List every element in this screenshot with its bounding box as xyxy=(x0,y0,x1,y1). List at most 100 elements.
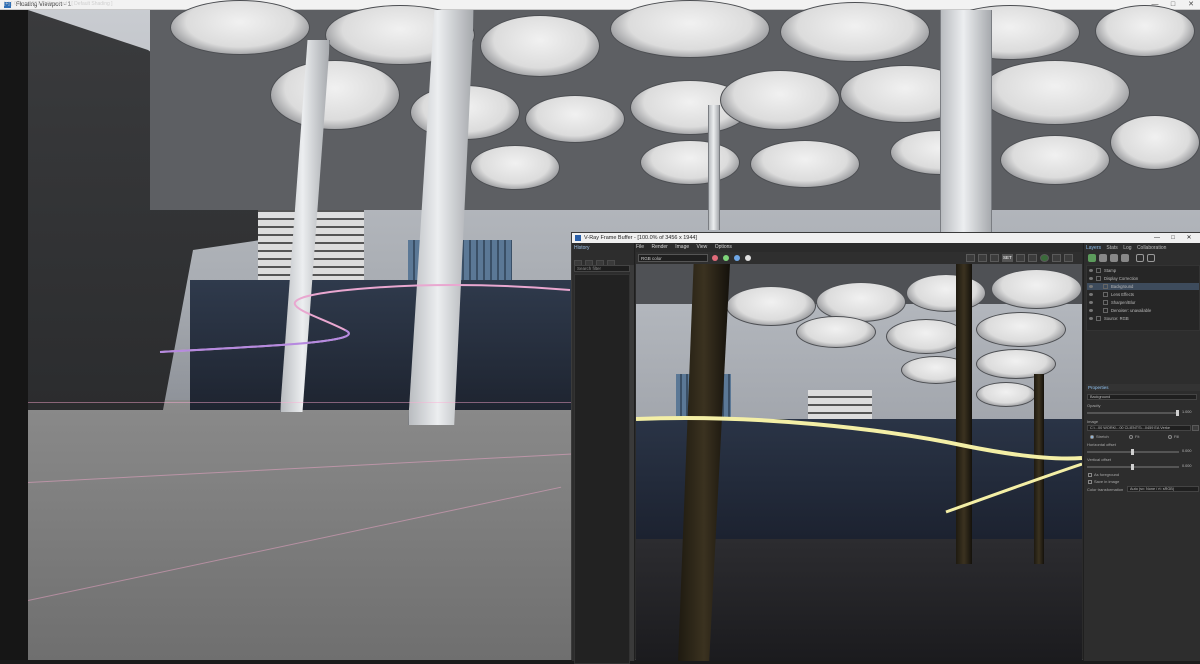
menu-render[interactable]: Render xyxy=(651,244,667,250)
mono-channel-toggle[interactable] xyxy=(745,255,751,261)
eye-icon[interactable] xyxy=(1089,293,1093,296)
blue-channel-toggle[interactable] xyxy=(734,255,740,261)
eye-icon[interactable] xyxy=(1089,285,1093,288)
red-channel-toggle[interactable] xyxy=(712,255,718,261)
vfb-menubar: File Render Image View Options xyxy=(636,243,1082,252)
set-button[interactable]: SET xyxy=(1002,254,1013,262)
redo-icon[interactable] xyxy=(1147,254,1155,262)
layer-name-field[interactable]: Background xyxy=(1087,394,1197,400)
layer-checkbox[interactable] xyxy=(1103,308,1108,313)
fit-fill-radio[interactable] xyxy=(1168,435,1172,439)
save-layers-icon[interactable] xyxy=(1099,254,1107,262)
history-scrollbar[interactable] xyxy=(630,265,634,661)
menu-image[interactable]: Image xyxy=(675,244,689,250)
vfb-close-button[interactable]: ✕ xyxy=(1182,233,1196,243)
properties-header: Properties xyxy=(1086,384,1200,391)
interactive-render-icon[interactable] xyxy=(1040,254,1049,262)
eye-icon[interactable] xyxy=(1089,317,1093,320)
eye-icon[interactable] xyxy=(1089,301,1093,304)
color-transformation-select[interactable]: Auto (sv: None / rt: sRGB) xyxy=(1127,486,1199,492)
fit-fill-label: Fill xyxy=(1174,434,1180,439)
lens-effects-icon[interactable] xyxy=(1028,254,1037,262)
layer-checkbox[interactable] xyxy=(1096,268,1101,273)
layers-tree: Stamp Display Correction Background Lens… xyxy=(1086,265,1200,331)
layer-item-lens-effects[interactable]: Lens Effects xyxy=(1087,291,1199,298)
load-layers-icon[interactable] xyxy=(1110,254,1118,262)
as-foreground-checkbox[interactable] xyxy=(1088,473,1092,477)
layer-checkbox[interactable] xyxy=(1096,276,1101,281)
tab-collaboration[interactable]: Collaboration xyxy=(1137,245,1166,251)
menu-options[interactable]: Options xyxy=(715,244,732,250)
layer-checkbox[interactable] xyxy=(1096,316,1101,321)
panel-tabs: Layers Stats Log Collaboration xyxy=(1086,245,1170,251)
viewport-close-button[interactable]: ✕ xyxy=(1182,0,1200,10)
undo-icon[interactable] xyxy=(1136,254,1144,262)
vfb-window-title: V-Ray Frame Buffer - [100.0% of 3456 x 1… xyxy=(584,235,698,241)
save-in-image-label: Save in image xyxy=(1094,479,1120,484)
stop-render-icon[interactable] xyxy=(1064,254,1073,262)
layer-list-icon[interactable] xyxy=(1121,254,1129,262)
history-toolbar xyxy=(574,254,632,267)
vfb-titlebar: V-Ray Frame Buffer - [100.0% of 3456 x 1… xyxy=(572,233,1200,243)
save-all-icon[interactable] xyxy=(978,254,987,262)
tab-layers[interactable]: Layers xyxy=(1086,245,1101,251)
viewport-ground-plane xyxy=(28,400,578,660)
render-teapot-icon[interactable] xyxy=(1052,254,1061,262)
layer-item-sharpen-blur[interactable]: Sharpen/Blur xyxy=(1087,299,1199,306)
eye-icon[interactable] xyxy=(1089,269,1093,272)
layer-checkbox[interactable] xyxy=(1103,300,1108,305)
eye-icon[interactable] xyxy=(1089,277,1093,280)
as-foreground-label: As foreground xyxy=(1094,472,1120,477)
image-label: Image xyxy=(1087,419,1099,424)
vray-logo-icon xyxy=(575,235,581,241)
track-mouse-icon[interactable] xyxy=(1016,254,1025,262)
vertical-offset-label: Vertical offset xyxy=(1087,457,1111,462)
vertical-offset-slider[interactable] xyxy=(1087,464,1179,470)
history-panel-title: History xyxy=(574,245,590,251)
layer-item-background[interactable]: Background xyxy=(1087,283,1199,290)
save-in-image-checkbox[interactable] xyxy=(1088,480,1092,484)
grid-line xyxy=(28,402,573,403)
tab-stats[interactable]: Stats xyxy=(1106,245,1117,251)
pillar-right xyxy=(940,10,992,232)
viewport-left-toolbar xyxy=(0,10,28,660)
vfb-minimize-button[interactable]: — xyxy=(1150,233,1164,243)
green-channel-toggle[interactable] xyxy=(723,255,729,261)
image-path-field[interactable]: C:\...00 WORK\...00 CLIENTS\...0459 EA V… xyxy=(1087,425,1191,431)
fit-stretch-radio[interactable] xyxy=(1090,435,1094,439)
opacity-label: Opacity xyxy=(1087,403,1101,408)
eye-icon[interactable] xyxy=(1089,309,1093,312)
vfb-maximize-button[interactable]: □ xyxy=(1166,233,1180,243)
menu-file[interactable]: File xyxy=(636,244,644,250)
layer-item-source-rgb[interactable]: Source: RGB xyxy=(1087,315,1199,322)
spline-path-gizmo[interactable] xyxy=(150,280,575,360)
vfb-toolbar: RGB color SET xyxy=(636,252,1082,264)
viewport-label-menu[interactable]: [+] [ Camera001 ] [ Standard ] [ Default… xyxy=(4,1,113,8)
layer-item-display-correction[interactable]: Display Correction xyxy=(1087,275,1199,282)
history-panel: History Search filter xyxy=(572,243,635,664)
color-transformation-label: Color transformation xyxy=(1087,487,1124,492)
fit-fit-radio[interactable] xyxy=(1129,435,1133,439)
opacity-value[interactable]: 1.000 xyxy=(1182,410,1192,414)
horizontal-offset-label: Horizontal offset xyxy=(1087,442,1116,447)
history-search-input[interactable]: Search filter xyxy=(574,265,630,272)
pillar-background xyxy=(708,105,720,230)
render-channel-select[interactable]: RGB color xyxy=(638,254,708,262)
opacity-slider[interactable] xyxy=(1087,410,1179,416)
browse-image-button[interactable] xyxy=(1192,425,1199,431)
horizontal-offset-value[interactable]: 0.000 xyxy=(1182,449,1192,453)
layer-item-stamp[interactable]: Stamp xyxy=(1087,267,1199,274)
region-render-icon[interactable] xyxy=(990,254,999,262)
vertical-offset-value[interactable]: 0.000 xyxy=(1182,464,1192,468)
tab-log[interactable]: Log xyxy=(1123,245,1131,251)
layer-checkbox[interactable] xyxy=(1103,284,1108,289)
layer-checkbox[interactable] xyxy=(1103,292,1108,297)
menu-view[interactable]: View xyxy=(697,244,708,250)
horizontal-offset-slider[interactable] xyxy=(1087,449,1179,455)
fit-stretch-label: Stretch xyxy=(1096,434,1109,439)
add-layer-icon[interactable] xyxy=(1088,254,1096,262)
history-list[interactable] xyxy=(574,274,630,664)
render-canvas[interactable] xyxy=(636,264,1082,661)
layer-item-denoiser[interactable]: Denoiser: unavailable xyxy=(1087,307,1199,314)
save-image-icon[interactable] xyxy=(966,254,975,262)
